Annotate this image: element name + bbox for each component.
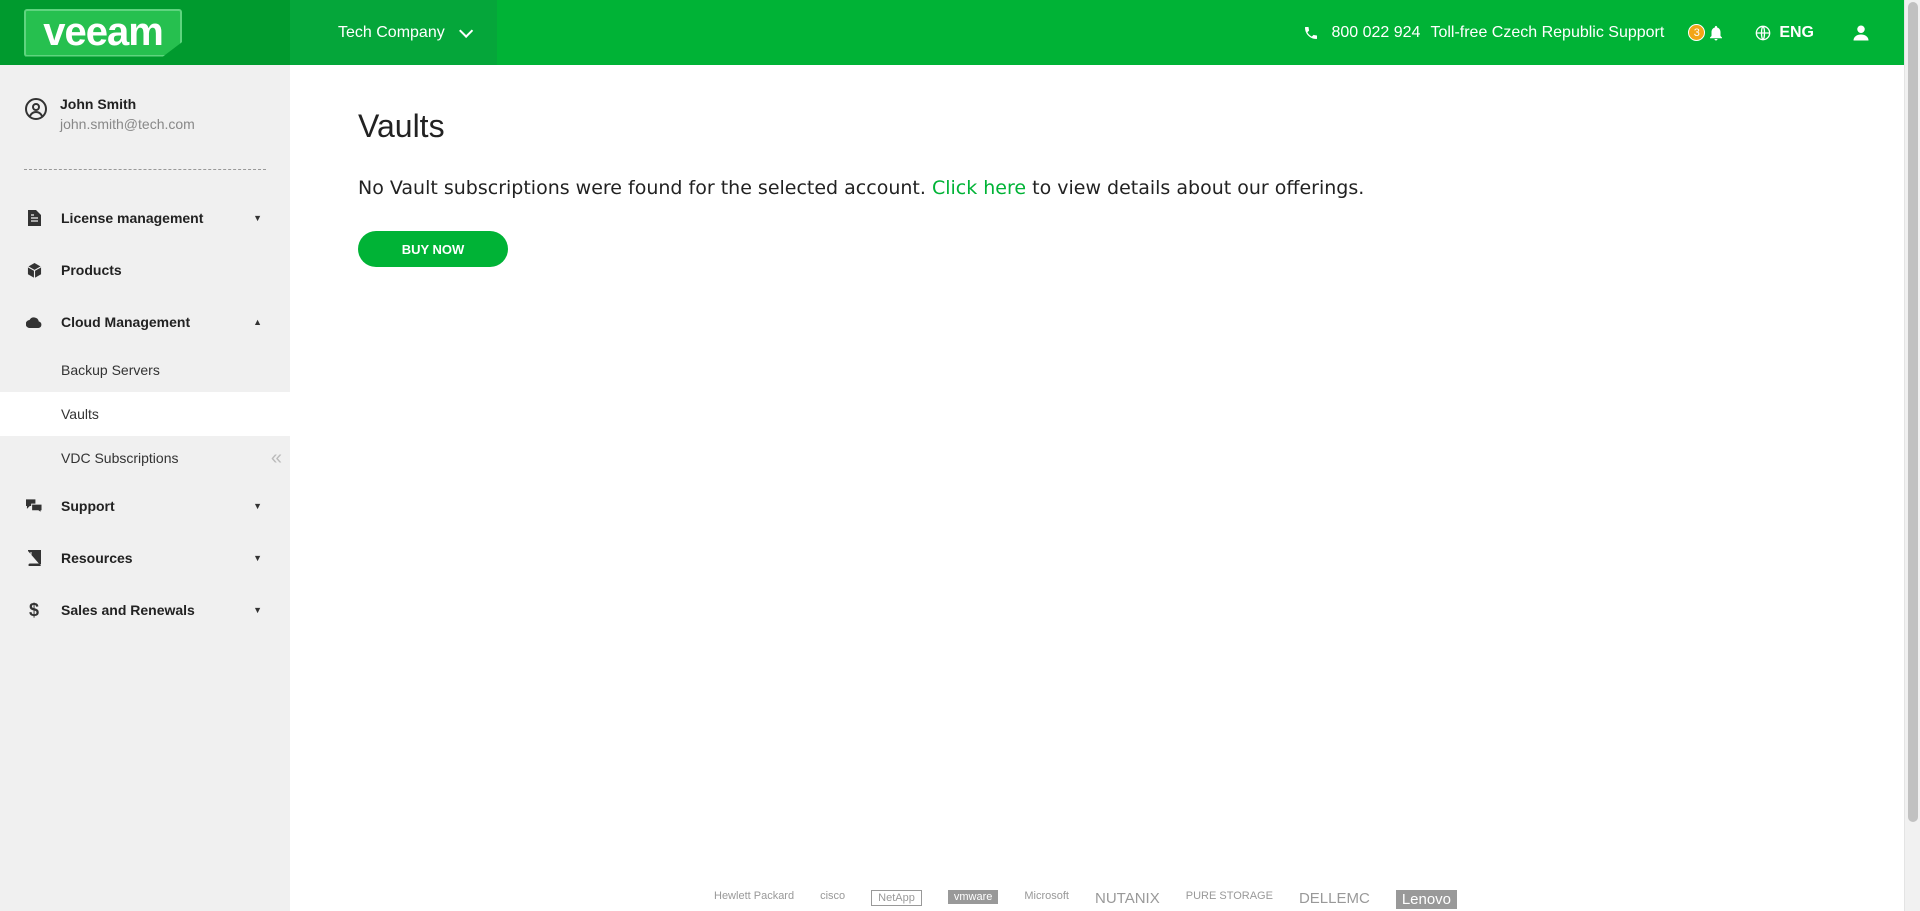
- user-name: John Smith: [60, 96, 137, 112]
- sidebar-item-label: Resources: [61, 550, 133, 566]
- collapse-sidebar-icon[interactable]: «: [271, 448, 282, 468]
- message-text-after: to view details about our offerings.: [1026, 177, 1365, 199]
- sidebar-item-resources[interactable]: Resources ▼: [0, 532, 290, 584]
- header-right: 800 022 924 Toll-free Czech Republic Sup…: [1303, 0, 1904, 65]
- partner-logo-dell-emc: DELLEMC: [1298, 890, 1370, 907]
- caret-up-icon: ▲: [253, 317, 262, 327]
- sidebar-nav: License management ▼ Products Cloud Mana…: [0, 170, 290, 636]
- cloud-icon: [26, 314, 42, 330]
- document-icon: [26, 210, 42, 226]
- user-menu-button[interactable]: [1852, 24, 1870, 42]
- scrollbar-thumb[interactable]: [1908, 2, 1918, 822]
- support-phone[interactable]: 800 022 924: [1331, 24, 1420, 42]
- user-circle-icon: [25, 98, 47, 120]
- sidebar-item-products[interactable]: Products: [0, 244, 290, 296]
- sidebar-item-label: License management: [61, 210, 204, 226]
- buy-now-button[interactable]: BUY NOW: [358, 231, 508, 267]
- offerings-link[interactable]: Click here: [932, 177, 1026, 199]
- sidebar-item-label: Cloud Management: [61, 314, 191, 330]
- box-icon: [26, 262, 42, 278]
- company-name: Tech Company: [338, 23, 445, 41]
- sidebar-item-sales-and-renewals[interactable]: $ Sales and Renewals ▼: [0, 584, 290, 636]
- sidebar-item-support[interactable]: Support ▼: [0, 480, 290, 532]
- message-text-before: No Vault subscriptions were found for th…: [358, 177, 932, 199]
- partner-logo-vmware: vmware: [947, 890, 999, 904]
- sidebar-subitem-backup-servers[interactable]: Backup Servers: [0, 348, 290, 392]
- sidebar-subitem-vaults[interactable]: Vaults: [0, 392, 290, 436]
- caret-down-icon: ▼: [253, 605, 262, 615]
- sidebar-item-cloud-management[interactable]: Cloud Management ▲: [0, 296, 290, 348]
- veeam-logo[interactable]: veeam: [24, 8, 182, 57]
- user-email: john.smith@tech.com: [60, 116, 195, 132]
- sidebar-item-label: Sales and Renewals: [61, 602, 195, 618]
- caret-down-icon: ▼: [253, 213, 262, 223]
- main-content: Vaults No Vault subscriptions were found…: [358, 108, 1364, 267]
- sidebar-item-label: Products: [61, 262, 122, 278]
- sidebar-subitem-vdc-subscriptions[interactable]: VDC Subscriptions «: [0, 436, 290, 480]
- sidebar-subitem-label: VDC Subscriptions: [61, 450, 179, 466]
- partner-logos: Hewlett Packard cisco NetApp vmware Micr…: [714, 890, 1458, 909]
- partner-logo-hpe: Hewlett Packard: [714, 890, 795, 902]
- partner-logo-microsoft: Microsoft: [1024, 890, 1069, 902]
- globe-icon: [1755, 25, 1771, 40]
- chevron-down-icon: [458, 23, 473, 38]
- user-profile: John Smith john.smith@tech.com: [0, 65, 290, 169]
- page-title: Vaults: [358, 108, 445, 144]
- caret-down-icon: ▼: [253, 501, 262, 511]
- dollar-icon: $: [28, 599, 39, 620]
- book-icon: [26, 550, 42, 566]
- user-icon: [1853, 25, 1869, 40]
- top-header: veeam Tech Company 800 022 924 Toll-free…: [0, 0, 1904, 65]
- partner-logo-lenovo: Lenovo: [1395, 890, 1458, 909]
- empty-state-message: No Vault subscriptions were found for th…: [358, 177, 1364, 199]
- bell-icon: [1710, 25, 1723, 40]
- language-label: ENG: [1779, 23, 1814, 41]
- phone-icon: [1305, 26, 1318, 39]
- caret-down-icon: ▼: [253, 553, 262, 563]
- company-selector[interactable]: Tech Company: [290, 0, 497, 65]
- partner-logo-nutanix: NUTANIX: [1095, 890, 1160, 907]
- partner-logo-netapp: NetApp: [871, 890, 922, 906]
- sidebar-item-license-management[interactable]: License management ▼: [0, 192, 290, 244]
- notifications-button[interactable]: 3: [1688, 24, 1725, 42]
- chat-icon: [26, 498, 42, 514]
- sidebar-item-label: Support: [61, 498, 115, 514]
- language-selector[interactable]: ENG: [1755, 24, 1814, 42]
- support-text: Toll-free Czech Republic Support: [1430, 23, 1665, 41]
- page-scrollbar[interactable]: [1904, 0, 1920, 911]
- sidebar: John Smith john.smith@tech.com License m…: [0, 65, 290, 911]
- partner-logo-cisco: cisco: [820, 890, 846, 902]
- notification-badge: 3: [1688, 24, 1706, 41]
- partner-logo-pure-storage: PURE STORAGE: [1185, 890, 1273, 902]
- logo-area: veeam: [0, 0, 290, 65]
